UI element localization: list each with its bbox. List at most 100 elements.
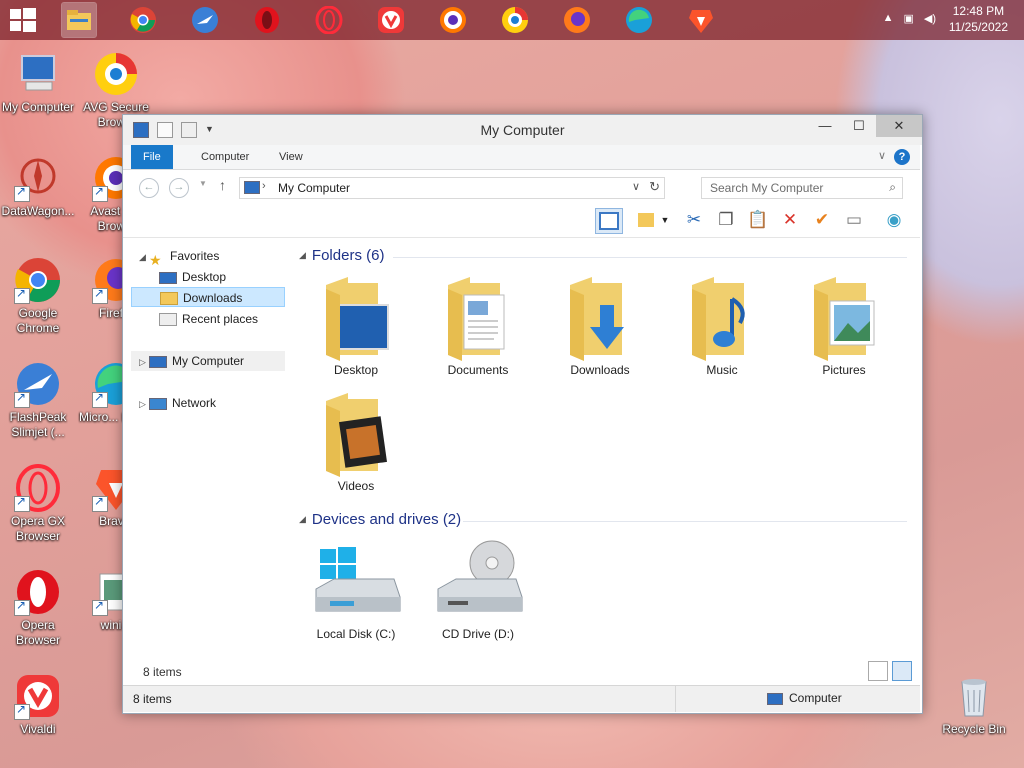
minimize-button[interactable]: — xyxy=(808,115,842,137)
collapse-icon[interactable]: ◢ xyxy=(139,247,149,267)
cut-button[interactable]: ✂ xyxy=(681,208,707,232)
search-icon[interactable]: ⌕ xyxy=(889,180,896,195)
nav-label: Desktop xyxy=(182,270,227,284)
folder-pictures[interactable]: Pictures xyxy=(789,265,899,377)
tab-view[interactable]: View xyxy=(267,145,315,169)
back-button[interactable]: ← xyxy=(139,178,159,198)
breadcrumb[interactable]: My Computer xyxy=(278,181,350,195)
taskbar-opera[interactable] xyxy=(250,3,284,37)
drive-cd-d[interactable]: CD Drive (D:) xyxy=(423,539,533,641)
desktop-folder-icon xyxy=(326,277,389,361)
preview-pane-button[interactable] xyxy=(595,208,623,234)
scissors-icon: ✂ xyxy=(686,210,702,229)
expand-icon[interactable]: ▷ xyxy=(139,394,149,414)
folder-videos[interactable]: Videos xyxy=(301,381,411,493)
taskbar-vivaldi[interactable] xyxy=(374,3,408,37)
expand-ribbon-icon[interactable]: ∨ xyxy=(878,149,886,162)
avast-browser-icon xyxy=(440,7,466,33)
help-icon[interactable]: ? xyxy=(894,149,910,165)
folder-documents[interactable]: Documents xyxy=(423,265,533,377)
desktop-icon-vivaldi[interactable]: Vivaldi xyxy=(0,672,76,737)
start-button[interactable] xyxy=(10,8,36,32)
taskbar-file-explorer[interactable] xyxy=(61,2,97,38)
folder-music[interactable]: Music xyxy=(667,265,777,377)
large-icons-view-button[interactable] xyxy=(892,661,912,681)
details-view-button[interactable] xyxy=(868,661,888,681)
nav-label: Downloads xyxy=(183,291,243,305)
maximize-button[interactable]: ☐ xyxy=(842,115,876,137)
breadcrumb-chevron-icon[interactable]: › xyxy=(262,180,266,192)
network-tray-icon[interactable]: ▣ xyxy=(903,12,913,25)
delete-x-icon: ✕ xyxy=(782,210,798,229)
downloads-folder-icon xyxy=(570,277,624,361)
status-location: Computer xyxy=(767,691,842,705)
nav-favorites[interactable]: ◢ ★ Favorites xyxy=(139,246,219,268)
address-bar[interactable]: › My Computer ∨ ↻ xyxy=(239,177,665,199)
view-switcher xyxy=(868,661,912,681)
status-divider xyxy=(675,686,676,712)
network-globe-button[interactable]: ◉ xyxy=(881,208,907,232)
taskbar-avast-browser[interactable] xyxy=(436,3,470,37)
taskbar-brave[interactable] xyxy=(684,3,718,37)
delete-button[interactable]: ✕ xyxy=(777,208,803,232)
folder-desktop[interactable]: Desktop xyxy=(301,265,411,377)
avg-browser-icon xyxy=(502,7,528,33)
system-tray: ▲ ▣ ◀) xyxy=(883,12,936,25)
tray-overflow-icon[interactable]: ▲ xyxy=(883,12,894,25)
desktop-icon-recycle-bin[interactable]: Recycle Bin xyxy=(936,672,1012,737)
desktop-icon-slimjet[interactable]: FlashPeak Slimjet (... xyxy=(0,360,76,440)
paste-button[interactable]: 📋 xyxy=(745,208,771,232)
forward-button[interactable]: → xyxy=(169,178,189,198)
shortcut-arrow-icon xyxy=(92,390,108,408)
desktop-icon-opera[interactable]: Opera Browser xyxy=(0,568,76,648)
folder-options-button[interactable] xyxy=(633,208,659,232)
taskbar-slimjet[interactable] xyxy=(188,3,222,37)
folders-group-header[interactable]: ◢ Folders (6) xyxy=(299,247,384,264)
desktop-icon-datawagon[interactable]: DataWagon... xyxy=(0,154,76,219)
check-button[interactable]: ✔ xyxy=(809,208,835,232)
item-count: 8 items xyxy=(143,665,182,679)
videos-folder-icon xyxy=(326,393,387,477)
recent-locations-icon[interactable]: ▼ xyxy=(199,179,207,188)
shortcut-arrow-icon xyxy=(14,494,30,512)
refresh-icon[interactable]: ↻ xyxy=(649,179,660,195)
drive-local-disk-c[interactable]: Local Disk (C:) xyxy=(301,539,411,641)
taskbar-edge[interactable] xyxy=(622,3,656,37)
clock[interactable]: 12:48 PM 11/25/2022 xyxy=(949,3,1008,35)
rename-button[interactable]: ▭ xyxy=(841,208,867,232)
nav-my-computer[interactable]: ▷ My Computer xyxy=(131,351,285,371)
nav-network[interactable]: ▷ Network xyxy=(139,393,216,413)
desktop-icon-google-chrome[interactable]: Google Chrome xyxy=(0,256,76,336)
volume-tray-icon[interactable]: ◀) xyxy=(924,12,936,25)
nav-desktop[interactable]: Desktop xyxy=(159,267,226,287)
expand-icon[interactable]: ▷ xyxy=(139,352,149,372)
vivaldi-icon xyxy=(378,7,404,33)
collapse-group-icon[interactable]: ◢ xyxy=(299,514,306,524)
taskbar-firefox[interactable] xyxy=(560,3,594,37)
drives-group-header[interactable]: ◢ Devices and drives (2) xyxy=(299,511,461,528)
taskbar-avg-browser[interactable] xyxy=(498,3,532,37)
folder-downloads[interactable]: Downloads xyxy=(545,265,655,377)
desktop-icon-opera-gx[interactable]: Opera GX Browser xyxy=(0,464,76,544)
address-dropdown-icon[interactable]: ∨ xyxy=(632,180,640,193)
taskbar-chrome[interactable] xyxy=(126,3,160,37)
close-button[interactable]: ✕ xyxy=(876,115,922,137)
nav-downloads[interactable]: Downloads xyxy=(131,287,285,307)
downloads-folder-icon xyxy=(160,292,178,306)
folder-label: Pictures xyxy=(822,363,866,377)
copy-button[interactable]: ❐ xyxy=(713,208,739,232)
title-bar[interactable]: ▼ My Computer — ☐ ✕ xyxy=(123,115,922,145)
up-button[interactable]: ↑ xyxy=(219,177,226,193)
nav-recent-places[interactable]: Recent places xyxy=(159,309,258,329)
folder-options-dropdown-icon[interactable]: ▼ xyxy=(659,208,671,232)
tab-file[interactable]: File xyxy=(131,145,173,169)
desktop-icon-my-computer[interactable]: My Computer xyxy=(0,50,76,115)
taskbar-opera-gx[interactable] xyxy=(312,3,346,37)
collapse-group-icon[interactable]: ◢ xyxy=(299,250,306,260)
taskbar: ▲ ▣ ◀) 12:48 PM 11/25/2022 xyxy=(0,0,1024,40)
search-input[interactable]: Search My Computer ⌕ xyxy=(701,177,903,199)
nav-label: Recent places xyxy=(182,312,259,326)
tab-computer[interactable]: Computer xyxy=(189,145,261,169)
folder-label: Desktop xyxy=(333,363,379,377)
checkmark-icon: ✔ xyxy=(814,210,830,229)
